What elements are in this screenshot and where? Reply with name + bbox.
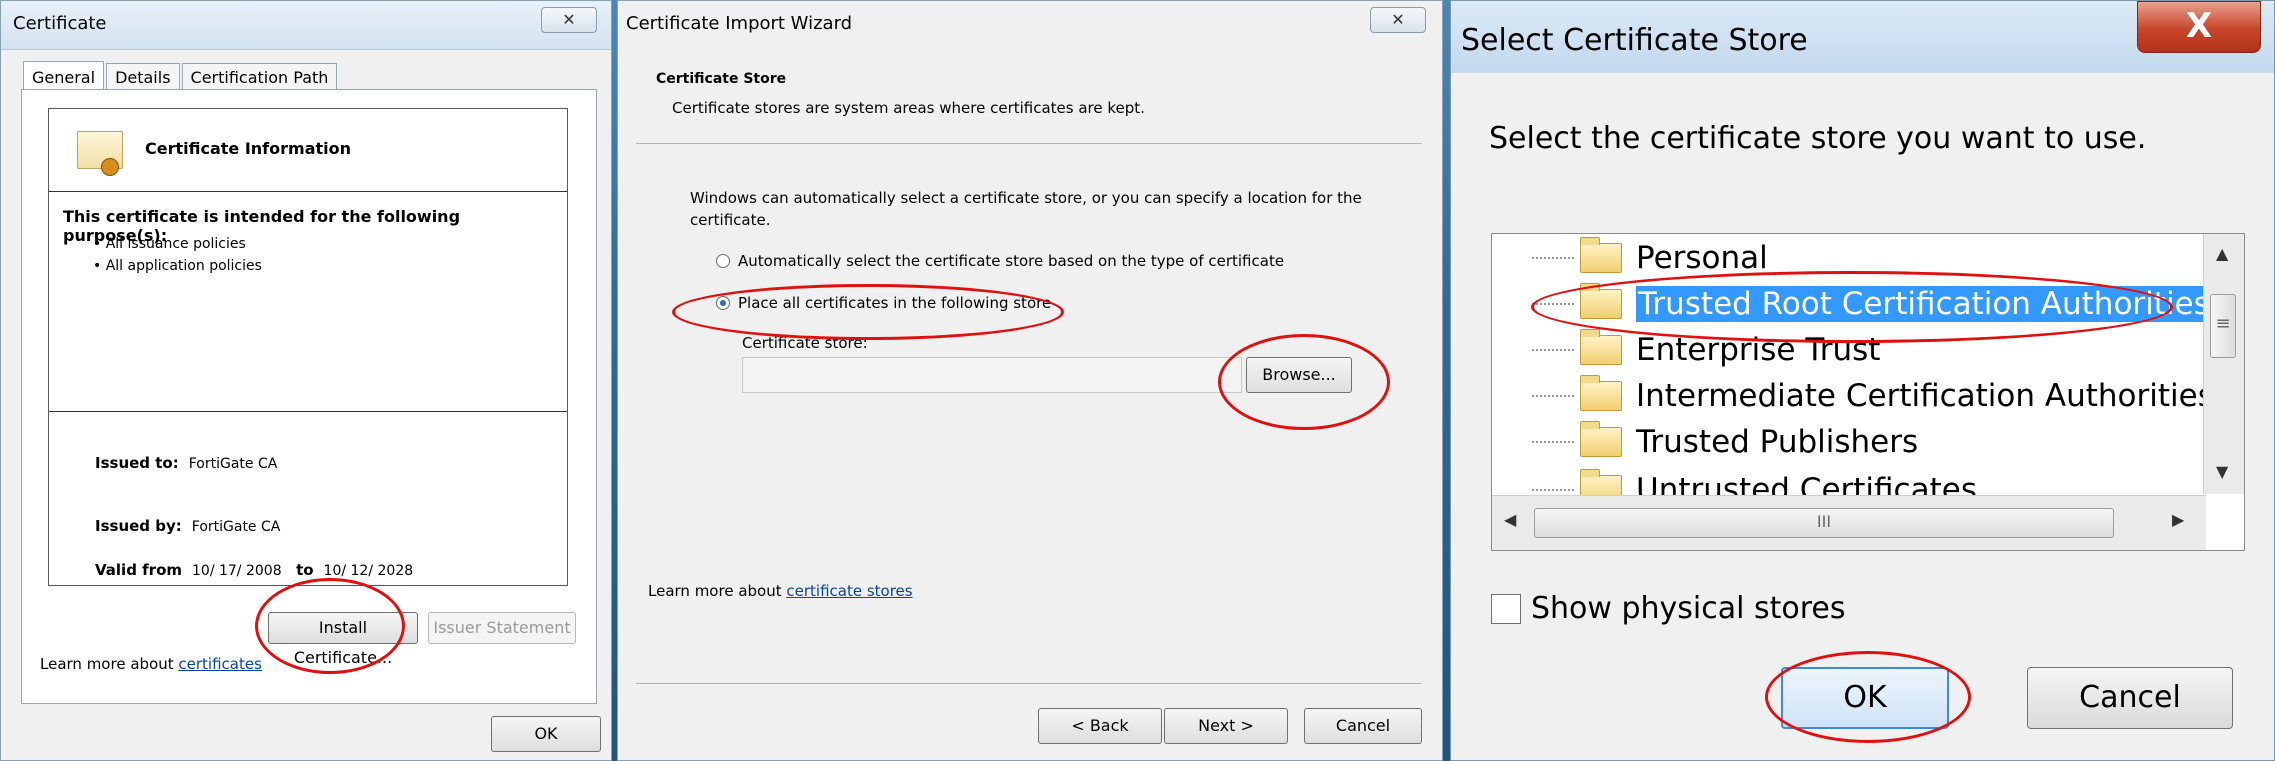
certificate-title: Certificate xyxy=(13,13,107,34)
tree-connector xyxy=(1532,303,1574,305)
store-tree[interactable]: Personal Trusted Root Certification Auth… xyxy=(1491,233,2245,551)
valid-from-label: Valid from xyxy=(95,561,183,579)
divider xyxy=(49,191,567,192)
valid-to-label: to xyxy=(296,561,314,579)
browse-button[interactable]: Browse... xyxy=(1246,357,1352,393)
folder-icon xyxy=(1580,375,1622,411)
learn-more-certificates: Learn more about certificates xyxy=(40,655,262,673)
issued-to-label: Issued to: xyxy=(95,454,179,472)
tab-certification-path[interactable]: Certification Path xyxy=(181,63,338,92)
tree-item-label: Trusted Publishers xyxy=(1636,424,1919,460)
wizard-description: Windows can automatically select a certi… xyxy=(690,189,1362,229)
seal-icon xyxy=(101,158,119,176)
cancel-button[interactable]: Cancel xyxy=(1304,708,1422,744)
tree-item-personal[interactable]: Personal xyxy=(1532,237,1768,276)
next-button[interactable]: Next > xyxy=(1164,708,1288,744)
certificate-dialog: Certificate ✕ General Details Certificatio… xyxy=(0,0,612,761)
tree-connector xyxy=(1532,395,1574,397)
issued-to-row: Issued to: FortiGate CA xyxy=(95,454,277,472)
certificate-icon xyxy=(77,131,123,176)
vertical-scrollbar[interactable]: ▲ ≡ ▼ xyxy=(2203,234,2244,494)
scroll-right-icon[interactable]: ▶ xyxy=(2172,510,2184,529)
certificates-link[interactable]: certificates xyxy=(178,655,262,673)
show-physical-label: Show physical stores xyxy=(1531,591,1846,626)
folder-icon xyxy=(1580,329,1622,365)
radio-place-label: Place all certificates in the following … xyxy=(738,294,1052,312)
valid-from-value: 10/ 17/ 2008 xyxy=(192,563,282,579)
scroll-down-icon[interactable]: ▼ xyxy=(2216,462,2228,481)
tree-connector xyxy=(1532,441,1574,443)
tree-connector xyxy=(1532,489,1574,491)
certificate-info-title: Certificate Information xyxy=(145,139,351,158)
back-button[interactable]: < Back xyxy=(1038,708,1162,744)
learn-more-text: Learn more about xyxy=(648,582,787,600)
tab-details[interactable]: Details xyxy=(106,63,180,92)
issued-by-label: Issued by: xyxy=(95,517,182,535)
valid-row: Valid from 10/ 17/ 2008 to 10/ 12/ 2028 xyxy=(95,561,413,579)
tree-item-trusted-root[interactable]: Trusted Root Certification Authorities xyxy=(1532,283,2212,322)
purpose-list: • All issuance policies • All applicatio… xyxy=(93,233,262,277)
certificate-titlebar: Certificate ✕ xyxy=(1,1,611,50)
tree-item-trusted-publishers[interactable]: Trusted Publishers xyxy=(1532,421,1919,460)
tree-item-label: Intermediate Certification Authorities xyxy=(1636,378,2214,414)
scroll-thumb[interactable]: III xyxy=(1534,508,2114,538)
radio-auto-label: Automatically select the certificate sto… xyxy=(738,252,1285,270)
close-icon[interactable]: ✕ xyxy=(541,7,597,33)
list-item: • All issuance policies xyxy=(93,236,246,252)
folder-icon xyxy=(1580,237,1622,273)
certificate-tabs: General Details Certification Path xyxy=(23,59,339,94)
certificate-info-box: Certificate Information This certificate… xyxy=(48,108,568,586)
issuer-statement-button[interactable]: Issuer Statement xyxy=(428,612,576,644)
divider xyxy=(636,143,1422,144)
radio-button[interactable] xyxy=(716,296,730,310)
close-icon[interactable]: ✕ xyxy=(1370,7,1426,33)
learn-more-text: Learn more about xyxy=(40,655,179,673)
learn-more-stores: Learn more about certificate stores xyxy=(648,582,913,600)
list-item: • All application policies xyxy=(93,258,262,274)
valid-to-value: 10/ 12/ 2028 xyxy=(323,563,414,579)
close-icon[interactable]: X xyxy=(2137,1,2261,53)
certificate-store-field[interactable] xyxy=(742,357,1242,393)
install-certificate-button[interactable]: Install Certificate... xyxy=(268,612,418,667)
issued-to-value: FortiGate CA xyxy=(188,456,278,472)
tree-connector xyxy=(1532,257,1574,259)
store-dialog-title: Select Certificate Store xyxy=(1461,23,1808,58)
certificate-stores-link[interactable]: certificate stores xyxy=(786,582,912,600)
folder-icon xyxy=(1580,283,1622,319)
tree-item-label: Enterprise Trust xyxy=(1636,332,1881,368)
tree-item-label: Personal xyxy=(1636,240,1768,276)
ok-button[interactable]: OK xyxy=(1781,667,1949,729)
scroll-thumb[interactable]: ≡ xyxy=(2210,294,2236,358)
tree-connector xyxy=(1532,349,1574,351)
select-store-dialog: Select Certificate Store X Select the ce… xyxy=(1450,0,2275,761)
scroll-up-icon[interactable]: ▲ xyxy=(2216,244,2228,263)
highlight-ring xyxy=(672,284,1064,340)
scroll-left-icon[interactable]: ◀ xyxy=(1504,510,1516,529)
ok-button[interactable]: OK xyxy=(491,716,601,752)
cancel-button[interactable]: Cancel xyxy=(2027,667,2233,729)
wizard-title: Certificate Import Wizard xyxy=(626,13,853,34)
tree-item-label: Trusted Root Certification Authorities xyxy=(1636,286,2212,322)
store-titlebar: Select Certificate Store X xyxy=(1451,1,2274,73)
divider xyxy=(636,683,1422,684)
issued-by-row: Issued by: FortiGate CA xyxy=(95,517,280,535)
import-wizard-dialog: Certificate Import Wizard ✕ Certificate … xyxy=(617,0,1443,761)
horizontal-scrollbar[interactable]: ◀ III ▶ xyxy=(1492,495,2206,550)
tree-item-intermediate[interactable]: Intermediate Certification Authorities xyxy=(1532,375,2214,414)
divider xyxy=(49,411,567,412)
radio-auto-select[interactable]: Automatically select the certificate sto… xyxy=(716,252,1284,270)
show-physical-checkbox[interactable] xyxy=(1491,593,1521,624)
show-physical-stores[interactable]: Show physical stores xyxy=(1491,591,1846,626)
radio-button[interactable] xyxy=(716,254,730,268)
tree-item-enterprise-trust[interactable]: Enterprise Trust xyxy=(1532,329,1881,368)
folder-icon xyxy=(1580,421,1622,457)
issued-by-value: FortiGate CA xyxy=(191,519,281,535)
certificate-store-label: Certificate store: xyxy=(742,334,868,352)
wizard-subheading: Certificate stores are system areas wher… xyxy=(672,99,1145,117)
general-tab-panel: Certificate Information This certificate… xyxy=(21,89,597,704)
radio-place-all[interactable]: Place all certificates in the following … xyxy=(716,294,1051,312)
wizard-heading: Certificate Store xyxy=(656,71,787,87)
store-prompt: Select the certificate store you want to… xyxy=(1489,121,2147,156)
